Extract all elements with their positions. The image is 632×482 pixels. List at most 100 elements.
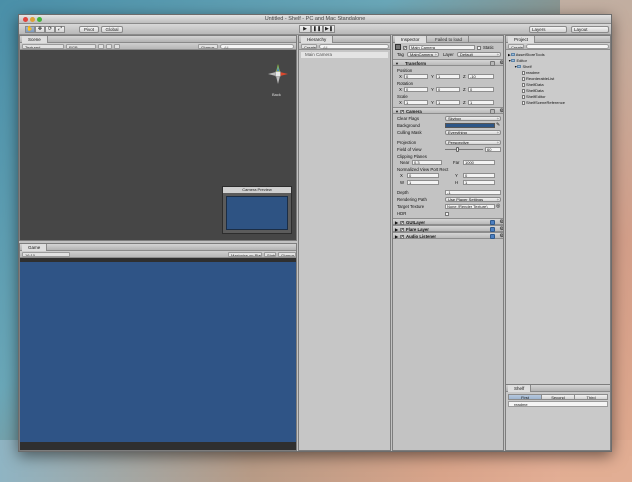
scale-z-field[interactable]: 1 xyxy=(468,100,494,105)
gear-icon[interactable]: ⚙ xyxy=(500,108,503,115)
layout-dropdown[interactable]: Layout xyxy=(571,26,609,33)
fov-value-field[interactable]: 60 xyxy=(485,147,501,152)
tree-item[interactable]: readme xyxy=(522,70,540,75)
gear-icon[interactable]: ⚙ xyxy=(500,233,503,240)
tab-inspector[interactable]: Inspector xyxy=(395,36,427,43)
projection-dropdown[interactable]: Perspective xyxy=(445,140,501,145)
object-name-field[interactable]: Main Camera xyxy=(409,45,475,50)
culling-mask-dropdown[interactable]: Everything xyxy=(445,130,501,135)
rotation-y-field[interactable]: 0 xyxy=(436,87,460,92)
hierarchy-item-main-camera[interactable]: Main Camera xyxy=(301,52,388,58)
tree-item[interactable]: ▶ AssetStoreTools xyxy=(508,52,545,57)
hierarchy-create-dropdown[interactable]: Create xyxy=(301,44,317,49)
rotation-x-field[interactable]: 0 xyxy=(404,87,428,92)
play-button[interactable]: ▶ xyxy=(299,25,311,33)
guilayer-header[interactable]: ▶ GUILayer ⚙ xyxy=(393,218,503,226)
rendering-path-dropdown[interactable]: Use Player Settings xyxy=(445,197,501,202)
game-gizmos-dropdown[interactable]: Gizmos xyxy=(278,252,296,257)
help-icon[interactable] xyxy=(490,109,495,114)
near-field[interactable]: 0.3 xyxy=(412,160,442,165)
project-create-dropdown[interactable]: Create xyxy=(508,44,524,49)
tab-project[interactable]: Project xyxy=(508,36,536,43)
shelf-tab-first[interactable]: First xyxy=(509,395,542,400)
scene-viewport[interactable]: Back Camera Preview xyxy=(20,50,296,240)
far-field[interactable]: 1000 xyxy=(463,160,495,165)
transform-header[interactable]: ▼ Transform ⚙ xyxy=(393,59,503,66)
fov-slider-thumb[interactable] xyxy=(456,147,460,152)
help-icon[interactable] xyxy=(490,61,495,66)
shelf-item-readme[interactable]: readme xyxy=(508,401,608,407)
tree-item[interactable]: ▼ Shelf xyxy=(514,64,532,69)
color-mode-dropdown[interactable]: RGB xyxy=(66,44,96,49)
game-viewport[interactable] xyxy=(20,258,296,450)
layer-dropdown[interactable]: Default xyxy=(457,52,501,57)
scale-tool-icon[interactable]: ⤢ xyxy=(55,26,65,33)
object-picker-icon[interactable]: ◎ xyxy=(496,203,500,210)
scale-x-field[interactable]: 1 xyxy=(404,100,428,105)
audio-listener-enabled-checkbox[interactable] xyxy=(400,233,404,240)
pause-button[interactable]: ❚❚ xyxy=(311,25,323,33)
scene-fx-toggle[interactable] xyxy=(106,44,112,49)
aspect-dropdown[interactable]: 16:10 xyxy=(22,252,70,257)
position-x-field[interactable]: 0 xyxy=(404,74,428,79)
tree-item[interactable]: ShelfData xyxy=(522,88,544,93)
inspector-panel: Inspector Failed to load Main Camera Sta… xyxy=(392,35,504,451)
camera-header[interactable]: ▼ Camera ⚙ xyxy=(393,107,503,115)
target-texture-field[interactable]: None (Render Texture) xyxy=(445,204,495,209)
step-button[interactable]: ▶❚ xyxy=(323,25,335,33)
viewport-y-field[interactable]: 0 xyxy=(463,173,495,178)
flare-layer-header[interactable]: ▶ Flare Layer ⚙ xyxy=(393,225,503,233)
tree-item[interactable]: ShelfEditor xyxy=(522,94,546,99)
tree-item[interactable]: ▼ Editor xyxy=(508,58,527,63)
scene-search-input[interactable]: All xyxy=(220,44,294,50)
gear-icon[interactable]: ⚙ xyxy=(500,60,503,67)
scene-orientation-gizmo-icon[interactable] xyxy=(266,62,290,86)
audio-listener-header[interactable]: ▶ Audio Listener ⚙ xyxy=(393,232,503,240)
position-fields: X 0 Y 1 Z -10 xyxy=(393,73,503,80)
move-tool-icon[interactable]: ✥ xyxy=(35,26,45,33)
position-z-field[interactable]: -10 xyxy=(468,74,494,79)
background-color-field[interactable] xyxy=(445,123,495,128)
scene-audio-toggle[interactable] xyxy=(114,44,120,49)
tree-item[interactable]: ShelfSceneReference xyxy=(522,100,565,105)
tab-scene[interactable]: Scene xyxy=(22,36,48,43)
hierarchy-search-input[interactable]: All xyxy=(319,44,389,50)
rotate-tool-icon[interactable]: ⟳ xyxy=(45,26,55,33)
tag-dropdown[interactable]: MainCamera xyxy=(407,52,439,57)
tree-item[interactable]: ReorderableList xyxy=(522,76,554,81)
maximize-on-play-toggle[interactable]: Maximize on Play xyxy=(228,252,262,257)
flare-layer-enabled-checkbox[interactable] xyxy=(400,226,404,233)
global-toggle-button[interactable]: Global xyxy=(101,26,123,33)
fov-slider-track[interactable] xyxy=(445,149,483,150)
depth-field[interactable]: -1 xyxy=(445,190,501,195)
shelf-tab-third[interactable]: Third xyxy=(575,395,607,400)
camera-enabled-checkbox[interactable] xyxy=(400,108,404,115)
tab-game[interactable]: Game xyxy=(22,244,48,251)
pivot-toggle-button[interactable]: Pivot xyxy=(79,26,99,33)
hdr-checkbox[interactable] xyxy=(445,211,449,216)
guilayer-enabled-checkbox[interactable] xyxy=(400,219,404,226)
shelf-tab-second[interactable]: Second xyxy=(542,395,575,400)
static-checkbox[interactable] xyxy=(477,45,481,50)
scene-lighting-toggle[interactable] xyxy=(98,44,104,49)
object-active-checkbox[interactable] xyxy=(403,44,407,51)
viewport-w-field[interactable]: 1 xyxy=(407,180,439,185)
layers-dropdown[interactable]: Layers xyxy=(529,26,567,33)
tab-failed-to-load[interactable]: Failed to load xyxy=(429,36,470,43)
tree-item[interactable]: ShelfData xyxy=(522,82,544,87)
render-mode-dropdown[interactable]: Textured xyxy=(22,44,64,49)
stats-toggle[interactable]: Stats xyxy=(264,252,276,257)
tab-hierarchy[interactable]: Hierarchy xyxy=(301,36,334,43)
scene-gizmos-dropdown[interactable]: Gizmos xyxy=(198,44,218,49)
clear-flags-dropdown[interactable]: Skybox xyxy=(445,116,501,121)
rotation-z-field[interactable]: 0 xyxy=(468,87,494,92)
tab-shelf[interactable]: Shelf xyxy=(508,385,532,392)
tree-item-label: AssetStoreTools xyxy=(515,52,545,57)
eyedropper-icon[interactable]: ✎ xyxy=(496,122,500,129)
hand-tool-icon[interactable]: ✋ xyxy=(25,26,35,33)
scale-y-field[interactable]: 1 xyxy=(436,100,460,105)
position-y-field[interactable]: 1 xyxy=(436,74,460,79)
project-search-input[interactable] xyxy=(526,44,609,49)
viewport-x-field[interactable]: 0 xyxy=(407,173,439,178)
viewport-h-field[interactable]: 1 xyxy=(463,180,495,185)
